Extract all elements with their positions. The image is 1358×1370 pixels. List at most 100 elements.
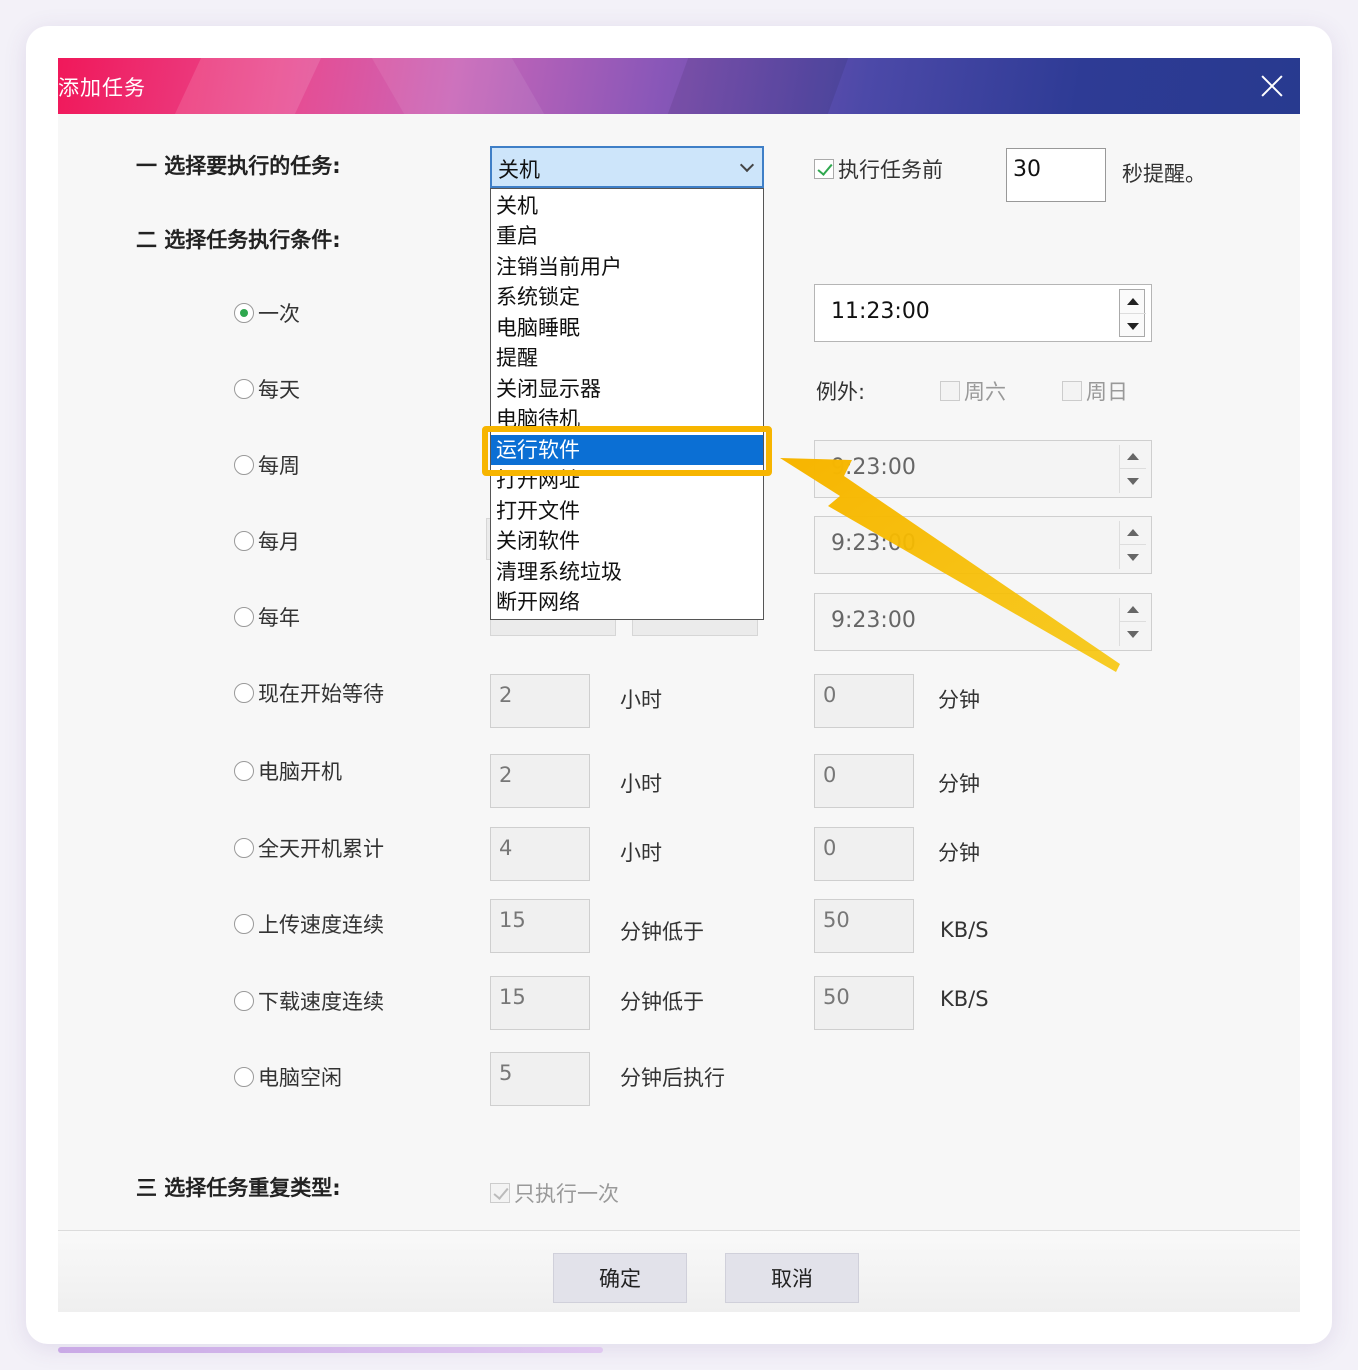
- spin-up-icon[interactable]: [1120, 290, 1146, 314]
- highlight-annotation-box: [482, 426, 772, 476]
- radio-weekly-label: 每周: [258, 454, 300, 478]
- wait-hours-input[interactable]: 2: [490, 674, 590, 728]
- monthly-time-spinner[interactable]: [1119, 521, 1146, 569]
- upload-kbs-input[interactable]: 50: [814, 899, 914, 953]
- once-time-spinner[interactable]: [1119, 289, 1146, 338]
- remind-label: 执行任务前: [838, 158, 943, 182]
- radio-once-label: 一次: [258, 302, 300, 326]
- once-only-label: 只执行一次: [514, 1182, 619, 1206]
- spin-down-icon[interactable]: [1120, 469, 1146, 493]
- task-dropdown-list[interactable]: 关机 重启 注销当前用户 系统锁定 电脑睡眠 提醒 关闭显示器 电脑待机 运行软…: [490, 188, 764, 620]
- download-minutes-input[interactable]: 15: [490, 976, 590, 1030]
- remind-checkbox[interactable]: [814, 159, 834, 179]
- once-time-input[interactable]: 11:23:00: [814, 284, 1152, 342]
- spin-down-icon[interactable]: [1120, 545, 1146, 569]
- upload-kbs-unit: KB/S: [940, 918, 989, 942]
- saturday-checkbox[interactable]: [940, 381, 960, 401]
- spin-up-icon[interactable]: [1120, 445, 1146, 469]
- wait-minutes-input[interactable]: 0: [814, 674, 914, 728]
- radio-download[interactable]: 下载速度连续: [234, 986, 384, 1016]
- once-only-checkbox-row[interactable]: 只执行一次: [490, 1178, 619, 1208]
- monthly-time-input[interactable]: 9:23:00: [814, 516, 1152, 574]
- radio-yearly-button[interactable]: [234, 607, 254, 627]
- dropdown-item[interactable]: 重启: [491, 221, 763, 251]
- radio-daily-button[interactable]: [234, 379, 254, 399]
- remind-checkbox-row[interactable]: 执行任务前: [814, 154, 943, 184]
- saturday-label: 周六: [964, 380, 1006, 404]
- download-kbs-unit: KB/S: [940, 987, 989, 1011]
- idle-minutes-input[interactable]: 5: [490, 1052, 590, 1106]
- radio-boot-button[interactable]: [234, 761, 254, 781]
- upload-minutes-input[interactable]: 15: [490, 899, 590, 953]
- yearly-month-select[interactable]: [490, 618, 616, 636]
- radio-idle[interactable]: 电脑空闲: [234, 1062, 342, 1092]
- radio-download-button[interactable]: [234, 991, 254, 1011]
- remind-suffix: 秒提醒。: [1122, 162, 1206, 186]
- boot-hours-input[interactable]: 2: [490, 754, 590, 808]
- dropdown-item[interactable]: 提醒: [491, 343, 763, 373]
- radio-uptime-button[interactable]: [234, 838, 254, 858]
- spin-down-icon[interactable]: [1120, 314, 1146, 338]
- radio-wait[interactable]: 现在开始等待: [234, 678, 384, 708]
- radio-yearly[interactable]: 每年: [234, 602, 300, 632]
- boot-minutes-input[interactable]: 0: [814, 754, 914, 808]
- remind-seconds-input[interactable]: 30: [1006, 148, 1106, 202]
- section1-label: 一 选择要执行的任务:: [136, 154, 341, 178]
- radio-monthly-label: 每月: [258, 530, 300, 554]
- radio-weekly-button[interactable]: [234, 455, 254, 475]
- dialog-title: 添加任务: [58, 76, 146, 100]
- once-only-checkbox[interactable]: [490, 1183, 510, 1203]
- ok-button[interactable]: 确定: [553, 1253, 687, 1303]
- dropdown-item[interactable]: 打开文件: [491, 496, 763, 526]
- spin-up-icon[interactable]: [1120, 598, 1146, 622]
- chevron-down-icon[interactable]: [739, 157, 755, 173]
- radio-monthly-button[interactable]: [234, 531, 254, 551]
- dropdown-item[interactable]: 注销当前用户: [491, 252, 763, 282]
- radio-once-button[interactable]: [234, 303, 254, 323]
- saturday-checkbox-row[interactable]: 周六: [940, 376, 1006, 406]
- dropdown-item[interactable]: 断开网络: [491, 587, 763, 617]
- close-icon[interactable]: [1254, 68, 1290, 104]
- dropdown-item[interactable]: 关闭软件: [491, 526, 763, 556]
- radio-upload[interactable]: 上传速度连续: [234, 909, 384, 939]
- uptime-hours-unit: 小时: [620, 841, 662, 865]
- uptime-minutes-input[interactable]: 0: [814, 827, 914, 881]
- uptime-hours-input[interactable]: 4: [490, 827, 590, 881]
- title-bar[interactable]: 添加任务: [58, 58, 1300, 114]
- radio-upload-button[interactable]: [234, 914, 254, 934]
- dropdown-item[interactable]: 清理系统垃圾: [491, 557, 763, 587]
- yearly-time-input[interactable]: 9:23:00: [814, 593, 1152, 651]
- radio-once[interactable]: 一次: [234, 298, 300, 328]
- wait-hours-unit: 小时: [620, 688, 662, 712]
- cancel-button[interactable]: 取消: [725, 1253, 859, 1303]
- radio-wait-button[interactable]: [234, 683, 254, 703]
- radio-uptime[interactable]: 全天开机累计: [234, 833, 384, 863]
- task-select-value: 关机: [498, 158, 540, 182]
- spin-up-icon[interactable]: [1120, 521, 1146, 545]
- spin-down-icon[interactable]: [1120, 622, 1146, 646]
- download-kbs-input[interactable]: 50: [814, 976, 914, 1030]
- once-time-value: 11:23:00: [831, 299, 930, 324]
- radio-daily-label: 每天: [258, 378, 300, 402]
- dropdown-item[interactable]: 系统锁定: [491, 282, 763, 312]
- radio-idle-button[interactable]: [234, 1067, 254, 1087]
- radio-monthly[interactable]: 每月: [234, 526, 300, 556]
- task-select[interactable]: 关机: [490, 146, 764, 188]
- radio-weekly[interactable]: 每周: [234, 450, 300, 480]
- boot-hours-unit: 小时: [620, 772, 662, 796]
- exception-label: 例外:: [816, 380, 866, 404]
- radio-boot[interactable]: 电脑开机: [234, 756, 342, 786]
- weekly-time-spinner[interactable]: [1119, 445, 1146, 493]
- weekly-time-input[interactable]: 9:23:00: [814, 440, 1152, 498]
- dropdown-item[interactable]: 关闭显示器: [491, 374, 763, 404]
- radio-daily[interactable]: 每天: [234, 374, 300, 404]
- sunday-checkbox[interactable]: [1062, 381, 1082, 401]
- yearly-time-spinner[interactable]: [1119, 598, 1146, 646]
- yearly-day-select[interactable]: [632, 618, 758, 636]
- dropdown-item[interactable]: 关机: [491, 191, 763, 221]
- bottom-accent-bar: [58, 1347, 603, 1353]
- sunday-label: 周日: [1086, 380, 1128, 404]
- dropdown-item[interactable]: 电脑睡眠: [491, 313, 763, 343]
- sunday-checkbox-row[interactable]: 周日: [1062, 376, 1128, 406]
- radio-yearly-label: 每年: [258, 606, 300, 630]
